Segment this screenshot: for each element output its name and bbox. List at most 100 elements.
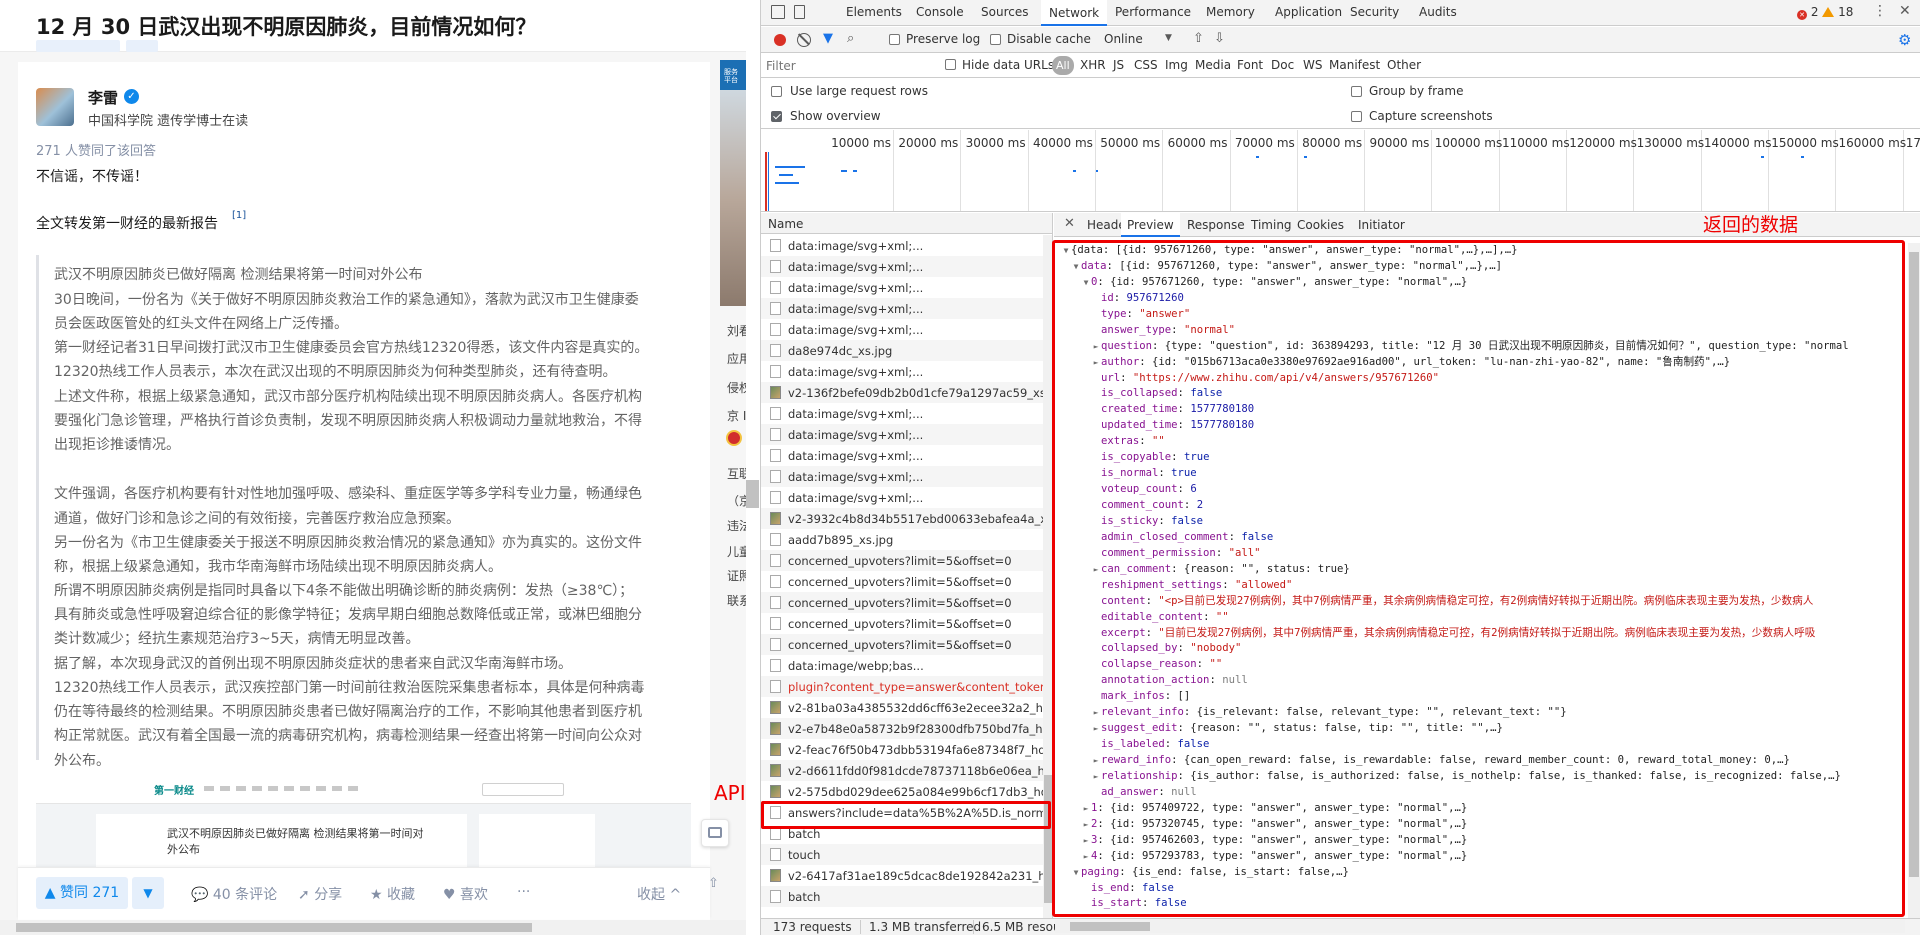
- collapse-button[interactable]: 收起 ^: [637, 884, 681, 904]
- json-line[interactable]: ▼ 0: {id: 957671260, type: "answer", answ…: [1055, 275, 1900, 291]
- downvote-button[interactable]: ▼: [132, 877, 164, 909]
- issue-counter[interactable]: ✕ 2 18: [1797, 5, 1853, 20]
- request-row[interactable]: v2-6417af31ae189c5dcac8de192842a231_hd.j…: [761, 865, 1052, 886]
- like-button[interactable]: ♥ 喜欢: [443, 884, 488, 904]
- collapse-arrow-icon[interactable]: ►: [1091, 562, 1101, 578]
- request-row[interactable]: concerned_upvoters?limit=5&offset=0: [761, 634, 1052, 655]
- filter-type-js[interactable]: JS: [1113, 58, 1124, 72]
- collapse-arrow-icon[interactable]: ►: [1091, 721, 1101, 737]
- preserve-log-checkbox[interactable]: [889, 34, 900, 45]
- author-name[interactable]: 李雷: [88, 87, 118, 108]
- request-row[interactable]: data:image/svg+xml;...: [761, 403, 1052, 424]
- upvote-summary[interactable]: 271 人赞同了该回答: [36, 140, 156, 159]
- device-toolbar-icon[interactable]: [794, 5, 805, 19]
- sidebar-link[interactable]: 证照: [727, 567, 746, 584]
- filter-type-all[interactable]: All: [1052, 56, 1074, 75]
- request-row[interactable]: concerned_upvoters?limit=5&offset=0: [761, 550, 1052, 571]
- json-preview[interactable]: ▼ {data: [{id: 957671260, type: "answer",…: [1055, 243, 1900, 916]
- json-line[interactable]: ► relationship: {is_author: false, is_aut…: [1055, 769, 1900, 785]
- request-row[interactable]: aadd7b895_xs.jpg: [761, 529, 1052, 550]
- collapse-arrow-icon[interactable]: ►: [1091, 753, 1101, 769]
- hide-data-urls-checkbox[interactable]: [945, 59, 956, 70]
- request-row[interactable]: data:image/svg+xml;...: [761, 361, 1052, 382]
- json-line[interactable]: ► relevant_info: {is_relevant: false, rel…: [1055, 705, 1900, 721]
- sidebar-link[interactable]: 京 I: [727, 407, 746, 424]
- expand-arrow-icon[interactable]: ▼: [1061, 243, 1071, 259]
- filter-type-img[interactable]: Img: [1165, 58, 1188, 72]
- preview-scrollbar-thumb[interactable]: [1909, 252, 1919, 877]
- json-line[interactable]: ► can_comment: {reason: "", status: true}: [1055, 562, 1900, 578]
- collapse-arrow-icon[interactable]: ►: [1081, 801, 1091, 817]
- tab-response[interactable]: Response: [1187, 218, 1245, 232]
- horizontal-scrollbar-thumb[interactable]: [16, 923, 532, 932]
- json-line[interactable]: ► reward_info: {can_open_reward: false, i…: [1055, 753, 1900, 769]
- collapse-arrow-icon[interactable]: ►: [1091, 355, 1101, 371]
- filter-type-doc[interactable]: Doc: [1271, 58, 1294, 72]
- more-button[interactable]: ···: [517, 884, 530, 900]
- preview-horizontal-scrollbar[interactable]: [1055, 920, 1905, 933]
- export-har-icon[interactable]: ⇩: [1214, 31, 1225, 46]
- request-row[interactable]: concerned_upvoters?limit=5&offset=0: [761, 571, 1052, 592]
- tab-audits[interactable]: Audits: [1419, 5, 1457, 19]
- sidebar-link[interactable]: （京: [727, 492, 746, 509]
- collapse-arrow-icon[interactable]: ►: [1081, 817, 1091, 833]
- comment-button[interactable]: 💬 40 条评论: [191, 884, 277, 904]
- request-row[interactable]: plugin?content_type=answer&content_token…: [761, 676, 1052, 697]
- collapse-arrow-icon[interactable]: ►: [1091, 339, 1101, 355]
- request-row[interactable]: data:image/svg+xml;...: [761, 256, 1052, 277]
- json-line[interactable]: ► 2: {id: 957320745, type: "answer", answ…: [1055, 817, 1900, 833]
- json-line[interactable]: ▼ paging: {is_end: false, is_start: false…: [1055, 865, 1900, 881]
- json-line[interactable]: ► author: {id: "015b6713aca0e3380e97692ae…: [1055, 355, 1900, 371]
- disable-cache-checkbox[interactable]: [990, 34, 1001, 45]
- import-har-icon[interactable]: ⇧: [1193, 31, 1204, 46]
- request-row[interactable]: v2-e7b48e0a58732b9f28300dfb750bd7fa_hd.j…: [761, 718, 1052, 739]
- json-line[interactable]: ► suggest_edit: {reason: "", status: fals…: [1055, 721, 1900, 737]
- record-icon[interactable]: [774, 34, 786, 46]
- tab-elements[interactable]: Elements: [846, 5, 902, 19]
- sidebar-link[interactable]: 互联: [727, 465, 746, 482]
- json-line[interactable]: ▼ {data: [{id: 957671260, type: "answer",…: [1055, 243, 1900, 259]
- favorite-button[interactable]: ★ 收藏: [370, 884, 415, 904]
- capture-screenshots-checkbox[interactable]: [1351, 111, 1362, 122]
- tab-security[interactable]: Security: [1350, 5, 1399, 19]
- search-icon[interactable]: ⌕: [847, 32, 861, 46]
- request-row[interactable]: concerned_upvoters?limit=5&offset=0: [761, 592, 1052, 613]
- json-line[interactable]: ► 3: {id: 957462603, type: "answer", answ…: [1055, 833, 1900, 849]
- sidebar-link[interactable]: 刘看: [727, 322, 746, 339]
- request-row[interactable]: data:image/webp;bas...: [761, 655, 1052, 676]
- request-row[interactable]: data:image/svg+xml;...: [761, 319, 1052, 340]
- share-button[interactable]: ➚ 分享: [298, 884, 342, 904]
- filter-type-font[interactable]: Font: [1237, 58, 1263, 72]
- close-icon[interactable]: ✕: [1064, 216, 1075, 231]
- back-to-top-icon[interactable]: ⇧: [708, 876, 719, 891]
- group-by-frame-checkbox[interactable]: [1351, 86, 1362, 97]
- tab-sources[interactable]: Sources: [981, 5, 1028, 19]
- clear-icon[interactable]: [797, 33, 811, 47]
- large-rows-checkbox[interactable]: [771, 86, 782, 97]
- tab-initiator[interactable]: Initiator: [1358, 218, 1405, 232]
- avatar[interactable]: [36, 88, 74, 126]
- citation-link[interactable]: [1]: [232, 210, 246, 221]
- request-row[interactable]: v2-feac76f50b473dbb53194fa6e87348f7_hd.j…: [761, 739, 1052, 760]
- network-overview-timeline[interactable]: 10000 ms 20000 ms 30000 ms 40000 ms 50000 ms…: [761, 130, 1920, 212]
- expand-arrow-icon[interactable]: ▼: [1081, 275, 1091, 291]
- filter-type-other[interactable]: Other: [1387, 58, 1421, 72]
- collapse-arrow-icon[interactable]: ►: [1081, 833, 1091, 849]
- request-row[interactable]: data:image/svg+xml;...: [761, 424, 1052, 445]
- preview-horizontal-scrollbar-thumb[interactable]: [1070, 922, 1150, 931]
- request-row[interactable]: data:image/svg+xml;...: [761, 445, 1052, 466]
- close-icon[interactable]: ✕: [1899, 3, 1911, 19]
- expand-arrow-icon[interactable]: ▼: [1071, 259, 1081, 275]
- json-line[interactable]: ► question: {type: "question", id: 363894…: [1055, 339, 1900, 355]
- sidebar-link[interactable]: 违法: [727, 517, 746, 534]
- tab-application[interactable]: Application: [1275, 5, 1342, 19]
- request-row[interactable]: data:image/svg+xml;...: [761, 235, 1052, 256]
- question-title[interactable]: 12 月 30 日武汉出现不明原因肺炎，目前情况如何？: [36, 11, 536, 41]
- request-row[interactable]: v2-575dbd029dee625a084e99b6cf17db3_hd.jp…: [761, 781, 1052, 802]
- inspect-element-icon[interactable]: [771, 5, 785, 19]
- request-list-header[interactable]: Name: [761, 213, 1052, 234]
- sidebar-link[interactable]: 联系: [727, 592, 746, 609]
- sidebar-link[interactable]: 儿童: [727, 543, 746, 560]
- sidebar-ad-image[interactable]: [720, 60, 746, 306]
- request-row[interactable]: touch: [761, 844, 1052, 865]
